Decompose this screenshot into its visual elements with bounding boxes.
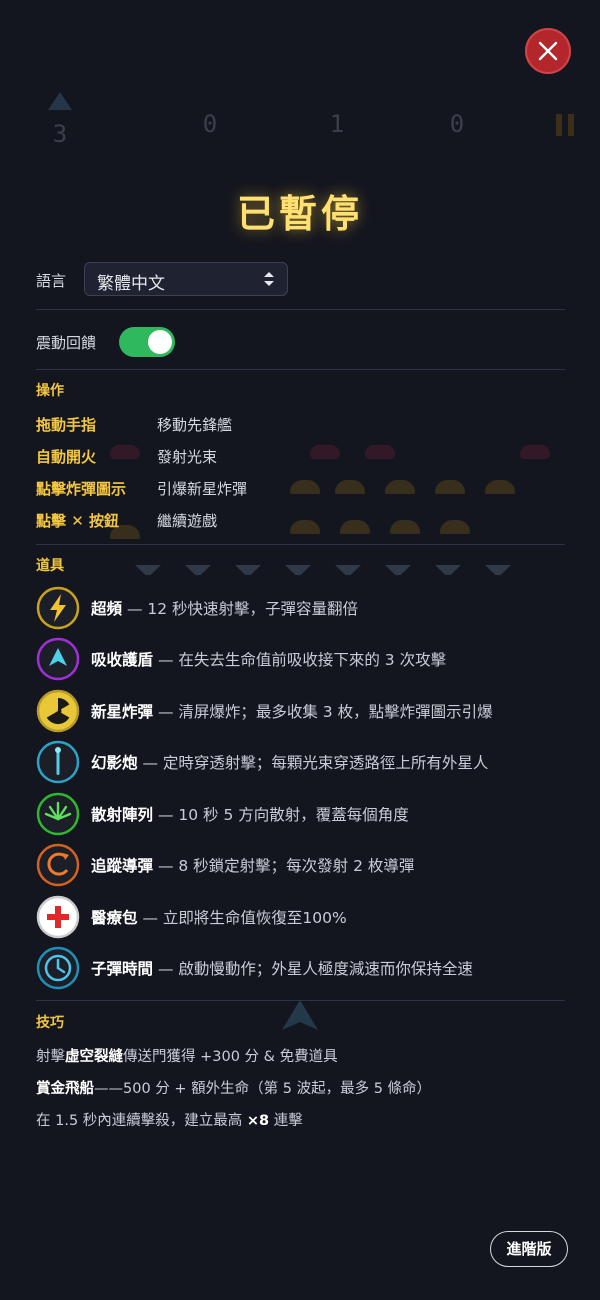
powerup-desc: — 定時穿透射擊；每顆光束穿透路徑上所有外星人 <box>137 754 489 772</box>
powerup-name: 超頻 <box>91 600 123 618</box>
tip-text: 射擊 <box>36 1049 65 1065</box>
divider <box>36 369 565 370</box>
page-title: 已暫停 <box>236 192 363 236</box>
powerup-text: 超頻 — 12 秒快速射擊，子彈容量翻倍 <box>91 597 358 619</box>
clock-icon <box>36 946 80 990</box>
tip-text: 連擊 <box>269 1113 303 1129</box>
language-label: 語言 <box>36 272 67 290</box>
powerup-row: 吸收護盾 — 在失去生命值前吸收接下來的 3 次攻擊 <box>36 637 596 681</box>
homing-missile-icon <box>36 843 80 887</box>
control-key: 點擊 ✕ 按鈕 <box>36 512 120 530</box>
powerup-desc: — 在失去生命值前吸收接下來的 3 次攻擊 <box>153 651 447 669</box>
control-desc: 引爆新星炸彈 <box>157 480 248 498</box>
hud-bombs: 0 <box>397 88 517 138</box>
powerup-text: 吸收護盾 — 在失去生命值前吸收接下來的 3 次攻擊 <box>91 648 446 670</box>
tip-highlight: 賞金飛船 <box>36 1081 94 1097</box>
tip-text: ——500 分 + 額外生命（第 5 波起，最多 5 條命） <box>94 1081 432 1097</box>
tip-highlight: 虛空裂縫 <box>65 1049 123 1065</box>
powerup-text: 子彈時間 — 啟動慢動作；外星人極度減速而你保持全速 <box>91 957 473 979</box>
powerup-row: 追蹤導彈 — 8 秒鎖定射擊；每次發射 2 枚導彈 <box>36 843 596 887</box>
powerup-name: 新星炸彈 <box>91 703 154 721</box>
hud-wave: 1 <box>277 88 397 138</box>
powerup-row: 超頻 — 12 秒快速射擊，子彈容量翻倍 <box>36 586 596 630</box>
divider <box>36 1000 565 1001</box>
powerup-name: 追蹤導彈 <box>91 857 154 875</box>
language-select[interactable]: 繁體中文 <box>84 262 288 296</box>
control-desc: 繼續遊戲 <box>157 512 218 530</box>
powerup-text: 醫療包 — 立即將生命值恢復至100% <box>91 906 347 928</box>
powerups-heading: 道具 <box>36 558 64 574</box>
control-key: 點擊炸彈圖示 <box>36 480 127 498</box>
powerup-desc: — 啟動慢動作；外星人極度減速而你保持全速 <box>153 960 473 978</box>
advanced-version-button[interactable]: 進階版 <box>490 1231 568 1267</box>
powerup-row: 醫療包 — 立即將生命值恢復至100% <box>36 895 596 939</box>
control-desc: 移動先鋒艦 <box>157 416 233 434</box>
select-arrows-icon <box>264 272 274 286</box>
hud-lives-value: 3 <box>52 120 68 148</box>
tip-line: 在 1.5 秒內連續擊殺，建立最高 ×8 連擊 <box>36 1109 303 1130</box>
hud-score-value: 0 <box>202 110 218 138</box>
close-button[interactable] <box>525 28 571 74</box>
toggle-knob <box>148 330 172 354</box>
control-desc: 發射光束 <box>157 448 218 466</box>
powerup-desc: — 12 秒快速射擊，子彈容量翻倍 <box>122 600 359 618</box>
controls-heading: 操作 <box>36 383 64 399</box>
tip-text: 在 1.5 秒內連續擊殺，建立最高 <box>36 1113 247 1129</box>
divider <box>36 544 565 545</box>
hud-score: 0 <box>150 88 270 138</box>
tip-highlight: ×8 <box>246 1113 270 1129</box>
haptics-toggle[interactable] <box>119 327 175 357</box>
ship-icon <box>48 92 72 110</box>
hud-lives: 3 <box>0 88 120 148</box>
haptics-label: 震動回饋 <box>36 334 97 352</box>
pause-icon <box>556 114 574 136</box>
hud: 3 0 1 0 <box>0 88 600 168</box>
tip-line: 賞金飛船——500 分 + 額外生命（第 5 波起，最多 5 條命） <box>36 1077 431 1098</box>
spread-icon <box>36 792 80 836</box>
powerup-row: 幻影炮 — 定時穿透射擊；每顆光束穿透路徑上所有外星人 <box>36 740 596 784</box>
tip-line: 射擊虛空裂縫傳送門獲得 +300 分 & 免費道具 <box>36 1045 338 1066</box>
close-icon <box>538 41 558 61</box>
powerup-name: 散射陣列 <box>91 806 154 824</box>
powerup-text: 散射陣列 — 10 秒 5 方向散射，覆蓋每個角度 <box>91 803 409 825</box>
powerup-name: 子彈時間 <box>91 960 154 978</box>
powerup-name: 醫療包 <box>91 909 138 927</box>
powerup-row: 子彈時間 — 啟動慢動作；外星人極度減速而你保持全速 <box>36 946 596 990</box>
control-key: 自動開火 <box>36 448 97 466</box>
powerup-desc: — 8 秒鎖定射擊；每次發射 2 枚導彈 <box>153 857 415 875</box>
powerup-desc: — 清屏爆炸；最多收集 3 枚，點擊炸彈圖示引爆 <box>153 703 493 721</box>
player-ship-icon <box>282 1000 318 1030</box>
powerup-row: 散射陣列 — 10 秒 5 方向散射，覆蓋每個角度 <box>36 792 596 836</box>
powerup-name: 幻影炮 <box>91 754 138 772</box>
tip-text: 傳送門獲得 +300 分 & 免費道具 <box>123 1049 338 1065</box>
tips-heading: 技巧 <box>36 1015 64 1031</box>
powerup-text: 追蹤導彈 — 8 秒鎖定射擊；每次發射 2 枚導彈 <box>91 854 414 876</box>
powerup-name: 吸收護盾 <box>91 651 154 669</box>
powerup-text: 幻影炮 — 定時穿透射擊；每顆光束穿透路徑上所有外星人 <box>91 751 488 773</box>
powerup-row: 新星炸彈 — 清屏爆炸；最多收集 3 枚，點擊炸彈圖示引爆 <box>36 689 596 733</box>
language-select-value: 繁體中文 <box>97 274 165 294</box>
powerup-desc: — 10 秒 5 方向散射，覆蓋每個角度 <box>153 806 409 824</box>
powerup-desc: — 立即將生命值恢復至100% <box>137 909 347 927</box>
medkit-icon <box>36 895 80 939</box>
powerup-text: 新星炸彈 — 清屏爆炸；最多收集 3 枚，點擊炸彈圖示引爆 <box>91 700 493 722</box>
hud-bombs-value: 0 <box>449 110 465 138</box>
phantom-beam-icon <box>36 740 80 784</box>
radiation-icon <box>36 689 80 733</box>
shield-ship-icon <box>36 637 80 681</box>
divider <box>36 309 565 310</box>
hud-wave-value: 1 <box>329 110 345 138</box>
lightning-icon <box>36 586 80 630</box>
control-key: 拖動手指 <box>36 416 97 434</box>
